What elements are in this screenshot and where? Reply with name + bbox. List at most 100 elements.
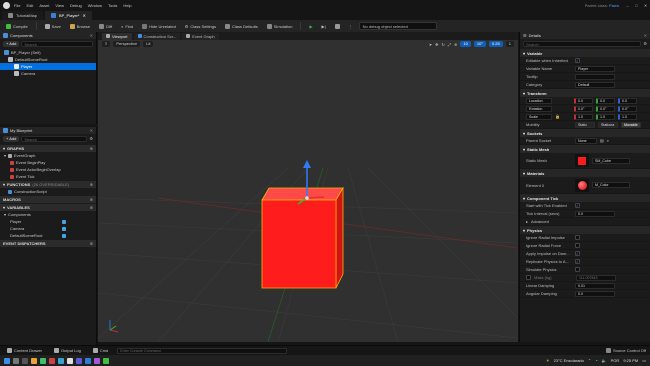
material-thumbnail[interactable] [575, 178, 589, 192]
blueprint-search-input[interactable]: Search [21, 136, 88, 142]
content-drawer-button[interactable]: Content Drawer [4, 346, 45, 355]
tab-tutorial-map[interactable]: TutorialMap [2, 11, 43, 20]
close-icon[interactable]: ✕ [641, 3, 650, 8]
windows-start-icon[interactable] [4, 357, 10, 364]
category-select[interactable]: Default [575, 81, 615, 88]
notification-icon[interactable]: ▭ [642, 358, 646, 363]
materials-section[interactable]: ▾ Materials [520, 169, 650, 177]
tab-viewport[interactable]: Viewport [102, 32, 132, 40]
add-component-button[interactable]: + Add [3, 41, 20, 47]
camera-speed-button[interactable]: 1 [505, 41, 514, 47]
menu-debug[interactable]: Debug [70, 3, 82, 8]
macros-section[interactable]: MACROS ⊕ [0, 196, 96, 203]
viewport-scene[interactable] [98, 48, 518, 342]
menu-edit[interactable]: Edit [26, 3, 33, 8]
tree-row-player[interactable]: Player [0, 63, 96, 70]
close-icon[interactable]: ✕ [90, 33, 93, 38]
event-dispatchers-section[interactable]: EVENT DISPATCHERS ⊕ [0, 240, 96, 247]
menu-asset[interactable]: Asset [39, 3, 49, 8]
app-icon[interactable] [40, 357, 46, 364]
minimize-icon[interactable]: – [623, 3, 632, 8]
rotation-dropdown[interactable]: Rotation [526, 105, 552, 112]
variable-row[interactable]: Camera [0, 225, 96, 232]
play-options-button[interactable]: ⋮ [346, 22, 356, 31]
close-tab-icon[interactable]: ✕ [82, 13, 85, 18]
close-icon[interactable]: ✕ [644, 33, 647, 38]
add-variable-icon[interactable]: ⊕ [90, 205, 93, 210]
location-dropdown[interactable]: Location [526, 97, 552, 104]
physics-checkbox[interactable]: ✓ [575, 259, 580, 264]
menu-tools[interactable]: Tools [108, 3, 117, 8]
gear-icon[interactable]: ⚙ [89, 136, 93, 142]
event-graph-row[interactable]: ▾ EventGraph [0, 152, 96, 159]
app-icon[interactable] [49, 357, 55, 364]
components-search-input[interactable]: Search [21, 41, 93, 47]
app-icon[interactable] [76, 357, 82, 364]
rotation-y-field[interactable]: 0.0° [596, 105, 615, 112]
components-category-row[interactable]: ▾ Components [0, 211, 96, 218]
select-icon[interactable]: ➤ [429, 42, 432, 47]
globe-icon[interactable]: ⊕ [454, 42, 457, 47]
debug-object-select[interactable]: No debug object selected [358, 22, 437, 30]
class-defaults-button[interactable]: Class Defaults [222, 22, 261, 31]
browse-button[interactable]: Browse [67, 22, 93, 31]
weather-label[interactable]: 23°C Ensolarado [554, 358, 584, 363]
rotation-snap-button[interactable]: 10° [473, 41, 486, 47]
source-control-button[interactable]: Source Control Off [605, 348, 646, 353]
unreal-logo-icon[interactable] [3, 1, 10, 9]
lock-icon[interactable]: 🔒 [555, 114, 571, 119]
transform-section[interactable]: ▾ Transform [520, 89, 650, 97]
scale-snap-button[interactable]: 0.25 [488, 41, 503, 47]
app-icon[interactable] [85, 357, 91, 364]
functions-section[interactable]: ▾ FUNCTIONS (26 OVERRIDABLE) ⊕ [0, 181, 96, 188]
rotate-icon[interactable]: ↻ [442, 42, 445, 47]
scale-y-field[interactable]: 1.0 [596, 113, 615, 120]
network-icon[interactable]: ◔ [595, 358, 597, 363]
variables-section[interactable]: ▾ VARIABLES ⊕ [0, 204, 96, 211]
app-icon[interactable] [94, 357, 100, 364]
scale-icon[interactable]: ⤢ [448, 42, 451, 47]
tab-bp-player[interactable]: BP_Player* ✕ [44, 11, 92, 20]
add-function-icon[interactable]: ⊕ [90, 182, 93, 187]
event-row[interactable]: Event ActorBeginOverlap [0, 166, 96, 173]
add-macro-icon[interactable]: ⊕ [90, 197, 93, 202]
volume-icon[interactable]: 🔈 [602, 358, 607, 363]
scale-x-field[interactable]: 1.0 [574, 113, 593, 120]
add-dispatcher-icon[interactable]: ⊕ [90, 241, 93, 246]
rotation-x-field[interactable]: 0.0° [574, 105, 593, 112]
save-button[interactable]: Save [42, 22, 64, 31]
parent-socket-field[interactable]: None [575, 137, 597, 144]
physics-checkbox[interactable] [575, 243, 580, 248]
location-x-field[interactable]: 0.0 [574, 97, 593, 104]
mobility-movable-button[interactable]: Movable [621, 121, 641, 128]
play-button[interactable]: ▶ [306, 22, 315, 31]
static-mesh-section[interactable]: ▾ Static Mesh [520, 145, 650, 153]
start-tick-checkbox[interactable]: ✓ [575, 203, 580, 208]
physics-checkbox[interactable]: ✓ [575, 251, 580, 256]
tab-construction-script[interactable]: Construction Scr... [133, 32, 181, 40]
stop-button[interactable] [332, 22, 343, 31]
angular-damping-field[interactable]: 0.0 [575, 290, 615, 297]
menu-help[interactable]: Help [123, 3, 131, 8]
mass-field[interactable]: 111.007843 [576, 274, 616, 281]
editable-inherited-checkbox[interactable]: ✓ [575, 58, 580, 63]
language-indicator[interactable]: POR [611, 358, 620, 363]
physics-checkbox[interactable] [575, 235, 580, 240]
viewport-options-button[interactable]: ≡ [102, 41, 111, 47]
component-tick-section[interactable]: ▾ Component Tick [520, 194, 650, 202]
tree-row-camera[interactable]: Camera [0, 70, 96, 77]
physics-section[interactable]: ▾ Physics [520, 226, 650, 234]
tooltip-field[interactable] [575, 73, 615, 80]
location-z-field[interactable]: 0.0 [618, 97, 637, 104]
compile-button[interactable]: Compile [3, 22, 31, 31]
task-view-icon[interactable] [22, 357, 28, 364]
diff-button[interactable]: Diff [96, 22, 115, 31]
simulation-button[interactable]: Simulation [264, 22, 296, 31]
sockets-section[interactable]: ▾ Sockets [520, 129, 650, 137]
event-row[interactable]: Event BeginPlay [0, 159, 96, 166]
advanced-row[interactable]: ▸ Advanced [520, 218, 650, 226]
scale-dropdown[interactable]: Scale [526, 113, 552, 120]
unreal-taskbar-icon[interactable] [67, 357, 73, 364]
mass-override-checkbox[interactable] [526, 275, 531, 280]
linear-damping-field[interactable]: 0.01 [575, 282, 615, 289]
